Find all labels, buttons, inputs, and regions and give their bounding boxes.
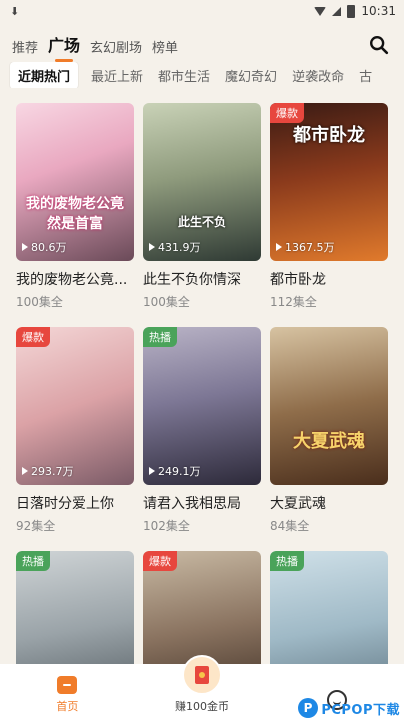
episode-count: 102集全 bbox=[143, 519, 190, 533]
status-left: ⬇ bbox=[10, 5, 19, 18]
red-envelope-button[interactable] bbox=[181, 655, 222, 695]
drama-cover[interactable]: 都市卧龙 爆款 1367.5万 bbox=[270, 103, 388, 261]
top-nav: 推荐 广场 玄幻剧场 榜单 bbox=[0, 28, 404, 62]
badge-hot: 爆款 bbox=[16, 327, 50, 347]
nav-earn-label: 赚100金币 bbox=[174, 700, 229, 713]
episode-count: 84集全 bbox=[270, 519, 310, 533]
view-count-text: 431.9万 bbox=[158, 241, 201, 254]
view-count-text: 293.7万 bbox=[31, 465, 74, 478]
drama-title[interactable]: 此生不负你情深 bbox=[143, 269, 261, 289]
cover-title-art: 我的废物老公竟然是首富 bbox=[26, 196, 124, 232]
nav-home[interactable]: 首页 bbox=[22, 676, 112, 714]
category-recent-hot[interactable]: 近期热门 bbox=[10, 62, 79, 88]
badge-trending: 热播 bbox=[143, 327, 177, 347]
drama-card[interactable]: 我的废物老公竟然是首富 80.6万 我的废物老公竟... 100集全 bbox=[16, 103, 134, 310]
view-count: 249.1万 bbox=[149, 463, 201, 479]
category-new[interactable]: 最近上新 bbox=[91, 66, 143, 85]
badge-trending: 热播 bbox=[270, 551, 304, 571]
view-count-text: 249.1万 bbox=[158, 465, 201, 478]
drama-card[interactable]: 爆款 293.7万 日落时分爱上你 92集全 bbox=[16, 327, 134, 534]
drama-title[interactable]: 大夏武魂 bbox=[270, 493, 388, 513]
category-row: 近期热门 最近上新 都市生活 魔幻奇幻 逆袭改命 古 bbox=[0, 62, 404, 88]
view-count-text: 1367.5万 bbox=[285, 241, 335, 254]
nav-earn-coins[interactable]: 赚100金币 bbox=[157, 655, 247, 714]
drama-cover[interactable]: 大夏武魂 bbox=[270, 327, 388, 485]
wifi-icon bbox=[314, 6, 327, 16]
search-icon bbox=[370, 36, 389, 55]
view-count: 1367.5万 bbox=[276, 239, 335, 255]
badge-trending: 热播 bbox=[16, 551, 50, 571]
cover-title-art: 都市卧龙 bbox=[293, 125, 365, 146]
drama-card[interactable]: 热播 249.1万 请君入我相思局 102集全 bbox=[143, 327, 261, 534]
view-count: 80.6万 bbox=[22, 239, 67, 255]
drama-cover[interactable]: 热播 249.1万 bbox=[143, 327, 261, 485]
status-bar: ⬇ 10:31 bbox=[0, 0, 404, 22]
drama-cover[interactable]: 此生不负 431.9万 bbox=[143, 103, 261, 261]
episode-count: 112集全 bbox=[270, 295, 317, 309]
home-icon bbox=[57, 676, 78, 694]
tab-plaza[interactable]: 广场 bbox=[48, 32, 80, 62]
category-fantasy[interactable]: 魔幻奇幻 bbox=[225, 66, 277, 85]
view-count: 431.9万 bbox=[149, 239, 201, 255]
drama-title[interactable]: 都市卧龙 bbox=[270, 269, 388, 289]
view-count: 293.7万 bbox=[22, 463, 74, 479]
drama-title[interactable]: 请君入我相思局 bbox=[143, 493, 261, 513]
drama-card[interactable]: 大夏武魂 大夏武魂 84集全 bbox=[270, 327, 388, 534]
cover-title-art: 此生不负 bbox=[177, 215, 226, 229]
drama-title[interactable]: 日落时分爱上你 bbox=[16, 493, 134, 513]
battery-icon bbox=[347, 4, 356, 18]
red-envelope-icon bbox=[194, 666, 209, 684]
view-count-text: 80.6万 bbox=[31, 241, 67, 254]
play-icon bbox=[22, 467, 28, 475]
status-time: 10:31 bbox=[361, 4, 396, 18]
tab-fantasy-theater[interactable]: 玄幻剧场 bbox=[90, 37, 142, 62]
episode-count: 100集全 bbox=[143, 295, 190, 309]
watermark-logo-icon: P bbox=[298, 698, 319, 718]
search-button[interactable] bbox=[368, 34, 390, 56]
badge-hot: 爆款 bbox=[143, 551, 177, 571]
tab-rankings[interactable]: 榜单 bbox=[152, 37, 178, 62]
status-right: 10:31 bbox=[314, 4, 396, 18]
episode-count: 92集全 bbox=[16, 519, 56, 533]
signal-icon bbox=[332, 6, 342, 16]
category-ancient[interactable]: 古 bbox=[359, 66, 372, 85]
play-icon bbox=[276, 243, 282, 251]
badge-hot: 爆款 bbox=[270, 103, 304, 123]
episode-count: 100集全 bbox=[16, 295, 63, 309]
watermark: P PCPOP下载 bbox=[298, 698, 400, 718]
nav-home-label: 首页 bbox=[56, 700, 79, 713]
category-comeback[interactable]: 逆袭改命 bbox=[292, 66, 344, 85]
watermark-text: PCPOP下载 bbox=[321, 702, 400, 718]
drama-cover[interactable]: 我的废物老公竟然是首富 80.6万 bbox=[16, 103, 134, 261]
drama-card[interactable]: 此生不负 431.9万 此生不负你情深 100集全 bbox=[143, 103, 261, 310]
tab-recommend[interactable]: 推荐 bbox=[12, 37, 38, 62]
drama-title[interactable]: 我的废物老公竟... bbox=[16, 269, 134, 289]
download-icon: ⬇ bbox=[10, 4, 20, 18]
drama-card[interactable]: 都市卧龙 爆款 1367.5万 都市卧龙 112集全 bbox=[270, 103, 388, 310]
category-urban[interactable]: 都市生活 bbox=[158, 66, 210, 85]
drama-cover[interactable]: 爆款 293.7万 bbox=[16, 327, 134, 485]
play-icon bbox=[149, 243, 155, 251]
play-icon bbox=[22, 243, 28, 251]
cover-title-art: 大夏武魂 bbox=[293, 431, 365, 452]
play-icon bbox=[149, 467, 155, 475]
